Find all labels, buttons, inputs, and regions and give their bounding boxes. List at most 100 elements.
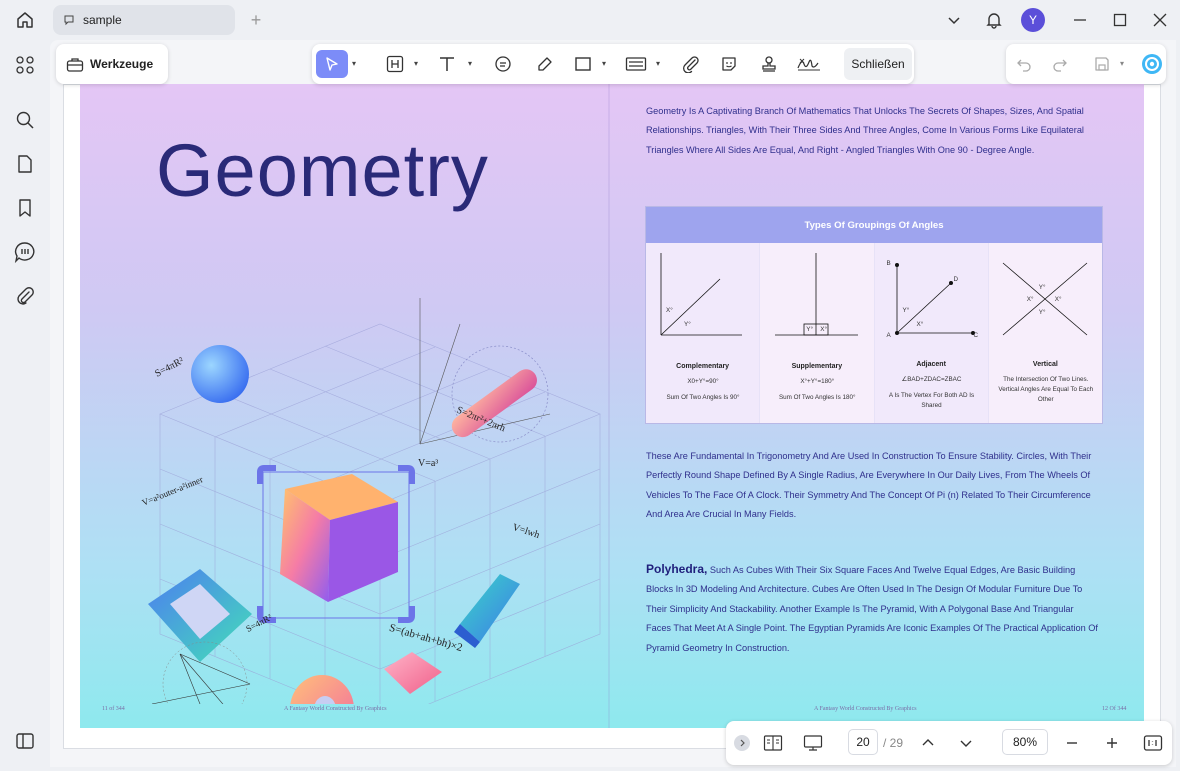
attachment-tool[interactable] xyxy=(678,50,704,78)
comment-icon[interactable] xyxy=(12,239,38,265)
sidebar-toggle-icon[interactable] xyxy=(12,728,38,754)
zoom-level-input[interactable]: 80% xyxy=(1002,729,1048,755)
maximize-icon[interactable] xyxy=(1110,10,1130,30)
point-label: D xyxy=(953,276,959,283)
select-tool[interactable] xyxy=(316,50,348,78)
redo-icon[interactable] xyxy=(1050,54,1070,74)
circles-paragraph: These Are Fundamental In Trigonometry An… xyxy=(646,451,1092,520)
angle-description: Sum Of Two Angles Is 90° xyxy=(666,394,740,401)
chevron-up-icon[interactable] xyxy=(918,733,938,753)
left-sidebar xyxy=(0,40,50,771)
page-title: Geometry xyxy=(156,129,489,212)
chevron-right-icon[interactable] xyxy=(734,735,750,751)
text-icon xyxy=(440,57,454,71)
search-icon[interactable] xyxy=(12,107,38,133)
page-spread[interactable]: Geometry S=4πR² S=2πr²+2πrh V=a³ V=a²out… xyxy=(80,84,1144,728)
angle-label: Y° xyxy=(1038,284,1046,291)
page-number-left: 11 of 344 xyxy=(102,706,125,712)
bookmark-icon[interactable] xyxy=(12,195,38,221)
paperclip-icon xyxy=(683,56,699,73)
chevron-down-icon[interactable]: ▾ xyxy=(352,59,356,68)
comment-tool[interactable] xyxy=(490,50,516,78)
intro-paragraph: Geometry Is A Captivating Branch Of Math… xyxy=(646,106,1084,155)
chat-bubble-icon xyxy=(61,12,77,28)
ai-assistant-icon[interactable] xyxy=(1140,52,1164,76)
save-icon[interactable] xyxy=(1092,54,1112,74)
toolbox-icon xyxy=(66,55,84,73)
two-page-view-icon[interactable] xyxy=(762,732,784,754)
title-bar: sample + Y xyxy=(0,0,1180,40)
close-tools-button[interactable]: Schließen xyxy=(844,48,912,80)
bell-icon[interactable] xyxy=(983,9,1005,31)
undo-icon[interactable] xyxy=(1014,54,1034,74)
angle-equation: ∠BAD+ZDAC=ZBAC xyxy=(901,376,962,383)
angle-cell-adjacent: B D A C Y° X° Adjacent ∠BAD+ZDAC=ZBAC A … xyxy=(875,243,989,423)
apps-grid-icon[interactable] xyxy=(12,52,38,78)
angle-label: Y° xyxy=(902,307,910,314)
angles-table-title: Types Of Groupings Of Angles xyxy=(646,207,1102,243)
zoom-in-icon[interactable] xyxy=(1102,733,1122,753)
footer-caption-right: A Fantasy World Constructed By Graphics xyxy=(814,706,917,712)
chevron-down-icon[interactable] xyxy=(944,10,964,30)
avatar[interactable]: Y xyxy=(1021,8,1045,32)
new-tab-icon[interactable]: + xyxy=(246,10,266,30)
tools-button[interactable]: Werkzeuge xyxy=(56,44,168,84)
presentation-icon[interactable] xyxy=(802,732,824,754)
chevron-down-icon[interactable]: ▾ xyxy=(468,59,472,68)
sticker-tool[interactable] xyxy=(716,50,742,78)
point-label: C xyxy=(973,332,979,339)
shape-tool[interactable] xyxy=(570,50,596,78)
zoom-out-icon[interactable] xyxy=(1062,733,1082,753)
angle-name: Complementary xyxy=(676,363,730,370)
angle-name: Adjacent xyxy=(916,361,946,368)
angle-name: Supplementary xyxy=(791,363,843,370)
close-window-icon[interactable] xyxy=(1150,10,1170,30)
polyhedra-text: Such As Cubes With Their Six Square Face… xyxy=(646,565,1098,653)
form-field-tool[interactable] xyxy=(622,50,650,78)
page-number-input[interactable]: 20 xyxy=(848,729,878,755)
highlighter-tool[interactable] xyxy=(532,50,558,78)
angle-description: The Intersection Of Two Lines. Vertical … xyxy=(998,376,1094,403)
signature-tool[interactable] xyxy=(794,50,824,78)
attachment-icon[interactable] xyxy=(12,283,38,309)
chevron-down-icon[interactable]: ▾ xyxy=(414,59,418,68)
history-toolbar: ▾ xyxy=(1006,44,1166,84)
page-navigation-bar: 20 / 29 80% xyxy=(726,721,1172,765)
chevron-down-icon[interactable]: ▾ xyxy=(656,59,660,68)
minimize-icon[interactable] xyxy=(1070,10,1090,30)
text-tool[interactable] xyxy=(434,50,460,78)
angle-label: X° xyxy=(1054,296,1062,303)
angle-label: Y° xyxy=(806,326,813,333)
angle-label: X° xyxy=(666,307,673,314)
complementary-diagram xyxy=(660,253,742,336)
actual-size-icon[interactable] xyxy=(1142,732,1164,754)
adjacent-diagram xyxy=(894,263,975,335)
heading-icon xyxy=(386,55,404,73)
point-label: A xyxy=(886,332,891,339)
chevron-down-icon[interactable] xyxy=(956,733,976,753)
angle-cell-supplementary: Y° X° Supplementary X°+Y°=180° Sum Of Tw… xyxy=(760,243,875,423)
highlighter-icon xyxy=(538,57,552,71)
home-icon[interactable] xyxy=(14,9,36,31)
angles-table: Types Of Groupings Of Angles X° Y° Compl… xyxy=(645,206,1103,424)
tools-label: Werkzeuge xyxy=(90,57,154,71)
angle-label: Y° xyxy=(684,321,691,328)
page-number-right: 12 Of 344 xyxy=(1102,706,1127,712)
supplementary-diagram xyxy=(775,253,859,336)
pages-icon[interactable] xyxy=(12,151,38,177)
footer-caption-left: A Fantasy World Constructed By Graphics xyxy=(284,706,387,712)
document-tab[interactable]: sample xyxy=(53,5,235,35)
polyhedra-heading: Polyhedra, xyxy=(646,562,708,576)
chevron-down-icon[interactable]: ▾ xyxy=(1120,59,1124,68)
angle-equation: X°+Y°=180° xyxy=(800,378,835,385)
angle-equation: X0+Y°=90° xyxy=(687,378,719,385)
signature-icon xyxy=(797,58,820,71)
heading-tool[interactable] xyxy=(382,50,408,78)
chevron-down-icon[interactable]: ▾ xyxy=(602,59,606,68)
tab-label: sample xyxy=(83,13,122,27)
angle-label: X° xyxy=(820,326,827,333)
stamp-tool[interactable] xyxy=(756,50,782,78)
angle-label: X° xyxy=(916,321,924,328)
vertical-diagram xyxy=(1002,262,1088,336)
sticker-icon xyxy=(722,57,736,71)
